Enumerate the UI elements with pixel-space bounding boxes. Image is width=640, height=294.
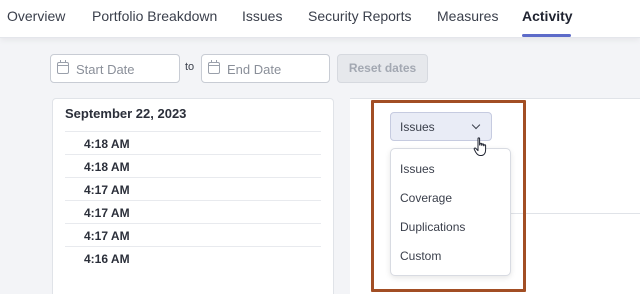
end-date-field[interactable]: End Date [201, 54, 330, 83]
calendar-icon [57, 60, 69, 74]
activity-time: 4:18 AM [84, 137, 130, 151]
reset-dates-button[interactable]: Reset dates [337, 54, 428, 83]
tab-issues[interactable]: Issues [242, 8, 282, 24]
activity-row[interactable]: 4:18 AM [65, 154, 321, 177]
tab-security-reports[interactable]: Security Reports [308, 8, 411, 24]
graph-type-menu: Issues Coverage Duplications Custom [390, 148, 511, 276]
menu-item-label: Issues [400, 162, 435, 176]
menu-item-label: Custom [400, 249, 442, 263]
start-date-field[interactable]: Start Date [50, 54, 180, 83]
activity-row[interactable]: 4:17 AM [65, 223, 321, 246]
tab-measures[interactable]: Measures [437, 8, 498, 24]
activity-time: 4:17 AM [84, 229, 130, 243]
project-navigation: Overview Portfolio Breakdown Issues Secu… [0, 0, 640, 38]
graph-type-selected-value: Issues [400, 120, 435, 134]
activity-row[interactable]: 4:16 AM [65, 246, 321, 269]
tab-portfolio-breakdown[interactable]: Portfolio Breakdown [92, 8, 217, 24]
hand-cursor-icon [473, 137, 487, 156]
menu-item-label: Coverage [400, 191, 453, 205]
menu-item-coverage[interactable]: Coverage [391, 185, 510, 211]
graph-panel-divider [511, 213, 640, 214]
menu-item-issues[interactable]: Issues [391, 156, 510, 182]
activity-time: 4:18 AM [84, 160, 130, 174]
chevron-down-icon [471, 120, 481, 130]
menu-item-duplications[interactable]: Duplications [391, 214, 510, 240]
end-date-placeholder: End Date [227, 62, 282, 77]
activity-row[interactable]: 4:18 AM [65, 131, 321, 154]
activity-row[interactable]: 4:17 AM [65, 177, 321, 200]
activity-time: 4:17 AM [84, 183, 130, 197]
date-range-separator: to [185, 61, 195, 73]
activity-row[interactable]: 4:17 AM [65, 200, 321, 223]
activity-list: September 22, 2023 4:18 AM 4:18 AM 4:17 … [52, 98, 334, 294]
menu-item-custom[interactable]: Custom [391, 243, 510, 269]
tab-overview[interactable]: Overview [7, 8, 65, 24]
activity-time: 4:17 AM [84, 206, 130, 220]
calendar-icon [208, 60, 220, 74]
activity-time: 4:16 AM [84, 252, 130, 266]
active-tab-indicator [522, 34, 571, 37]
menu-item-label: Duplications [400, 220, 466, 234]
start-date-placeholder: Start Date [76, 62, 135, 77]
activity-date-heading: September 22, 2023 [65, 106, 187, 121]
tab-activity[interactable]: Activity [522, 8, 573, 24]
